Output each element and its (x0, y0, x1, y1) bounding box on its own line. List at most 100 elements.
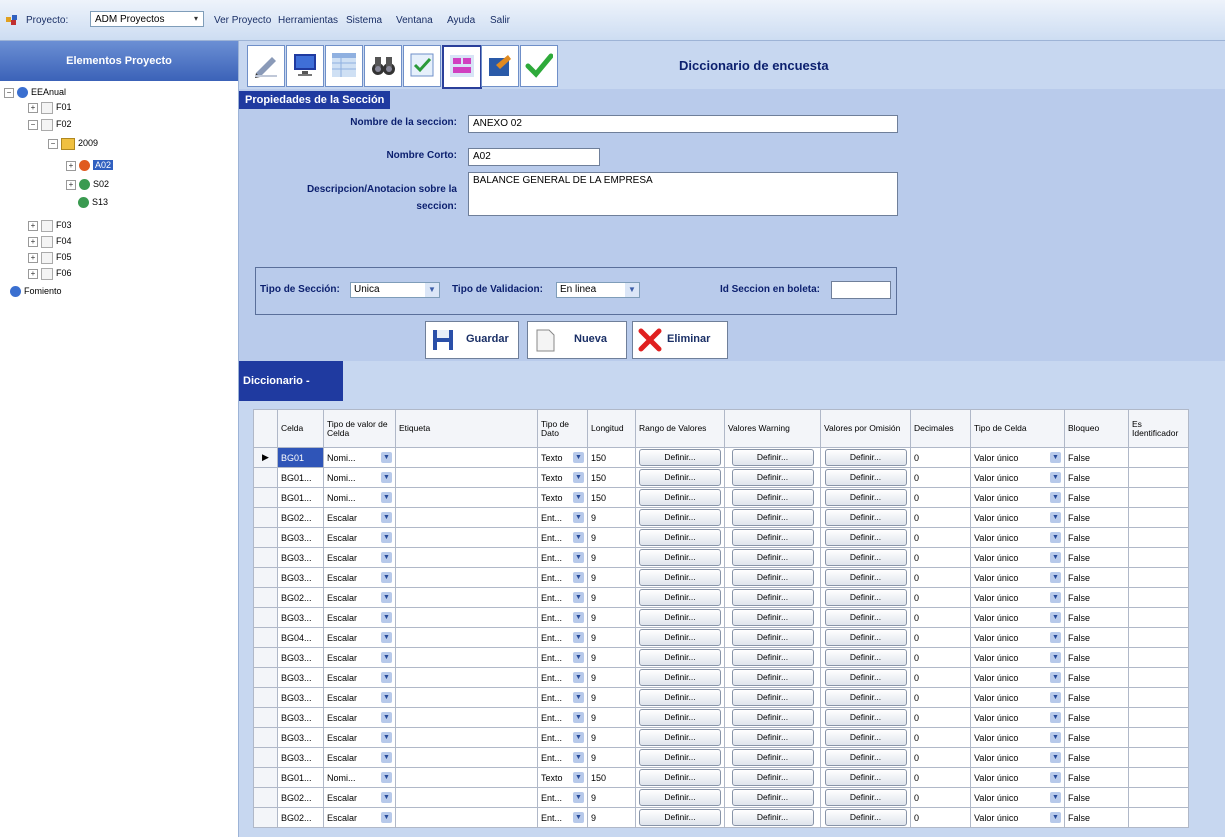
define-range-button[interactable]: Definir... (639, 509, 721, 526)
expand-icon[interactable]: + (28, 220, 38, 231)
section-type-select[interactable]: Unica ▼ (350, 282, 440, 298)
cell-bloqueo[interactable]: False (1064, 647, 1129, 668)
cell-bloqueo[interactable]: False (1064, 507, 1129, 528)
define-default-button[interactable]: Definir... (824, 509, 907, 526)
cell-tipo-celda[interactable]: Valor único ▼ (970, 587, 1065, 608)
new-button[interactable]: Nueva (527, 321, 627, 359)
cell-tipo-dato[interactable]: Ent... ▼ (537, 647, 588, 668)
col-header-warning[interactable]: Valores Warning (724, 409, 821, 448)
cell-bloqueo[interactable]: False (1064, 707, 1129, 728)
define-warning-button[interactable]: Definir... (731, 449, 814, 466)
menu-sistema[interactable]: Sistema (346, 15, 382, 26)
cell-bloqueo[interactable]: False (1064, 547, 1129, 568)
cell-identificador[interactable] (1128, 647, 1189, 668)
cell-celda[interactable]: BG02... (277, 587, 324, 608)
define-warning-button[interactable]: Definir... (731, 529, 814, 546)
cell-etiqueta[interactable] (395, 727, 538, 748)
row-selector[interactable] (253, 527, 278, 548)
chevron-down-icon[interactable]: ▼ (381, 711, 392, 723)
chevron-down-icon[interactable]: ▼ (1050, 671, 1061, 683)
row-selector[interactable] (253, 647, 278, 668)
define-range-button[interactable]: Definir... (639, 569, 721, 586)
tree-node-eeanual[interactable]: − EEAnual (4, 85, 66, 99)
define-range-button[interactable]: Definir... (639, 769, 721, 786)
chevron-down-icon[interactable]: ▼ (381, 771, 392, 783)
cell-tipo-valor[interactable]: Nomi... ▼ (323, 767, 396, 788)
define-range-button[interactable]: Definir... (639, 549, 721, 566)
cell-identificador[interactable] (1128, 687, 1189, 708)
cell-tipo-celda[interactable]: Valor único ▼ (970, 547, 1065, 568)
expand-icon[interactable]: + (66, 160, 76, 171)
cell-identificador[interactable] (1128, 707, 1189, 728)
cell-etiqueta[interactable] (395, 587, 538, 608)
cell-decimales[interactable]: 0 (910, 567, 971, 588)
tree-node-a02[interactable]: + A02 (66, 158, 114, 172)
row-selector[interactable] (253, 767, 278, 788)
cell-etiqueta[interactable] (395, 747, 538, 768)
table-row[interactable]: BG04... Escalar ▼ Ent... ▼ 9 Definir... Definir… (253, 627, 1189, 648)
cell-tipo-dato[interactable]: Ent... ▼ (537, 687, 588, 708)
col-header-tipo-dato[interactable]: Tipo de Dato (537, 409, 588, 448)
cell-identificador[interactable] (1128, 507, 1189, 528)
chevron-down-icon[interactable]: ▼ (573, 631, 584, 643)
cell-tipo-valor[interactable]: Escalar ▼ (323, 607, 396, 628)
cell-tipo-celda[interactable]: Valor único ▼ (970, 687, 1065, 708)
ballot-id-input[interactable] (831, 281, 891, 299)
cell-etiqueta[interactable] (395, 787, 538, 808)
tree-node-f04[interactable]: + F04 (28, 234, 72, 248)
cell-tipo-celda[interactable]: Valor único ▼ (970, 507, 1065, 528)
cell-decimales[interactable]: 0 (910, 807, 971, 828)
cell-decimales[interactable]: 0 (910, 507, 971, 528)
cell-celda[interactable]: BG03... (277, 547, 324, 568)
chevron-down-icon[interactable]: ▼ (573, 691, 584, 703)
chevron-down-icon[interactable]: ▼ (1050, 631, 1061, 643)
define-default-button[interactable]: Definir... (824, 489, 907, 506)
table-row[interactable]: BG02... Escalar ▼ Ent... ▼ 9 Definir... Definir… (253, 507, 1189, 528)
cell-decimales[interactable]: 0 (910, 547, 971, 568)
cell-etiqueta[interactable] (395, 627, 538, 648)
chevron-down-icon[interactable]: ▼ (573, 591, 584, 603)
tree-node-f06[interactable]: + F06 (28, 266, 72, 280)
row-selector[interactable] (253, 487, 278, 508)
define-range-button[interactable]: Definir... (639, 589, 721, 606)
define-default-button[interactable]: Definir... (824, 689, 907, 706)
define-range-button[interactable]: Definir... (639, 689, 721, 706)
row-selector[interactable] (253, 607, 278, 628)
validation-type-select[interactable]: En linea ▼ (556, 282, 640, 298)
row-selector[interactable] (253, 687, 278, 708)
chevron-down-icon[interactable]: ▼ (381, 511, 392, 523)
cell-identificador[interactable] (1128, 487, 1189, 508)
cell-longitud[interactable]: 9 (587, 627, 636, 648)
define-default-button[interactable]: Definir... (824, 469, 907, 486)
row-selector[interactable] (253, 787, 278, 808)
collapse-icon[interactable]: − (4, 87, 14, 98)
define-warning-button[interactable]: Definir... (731, 609, 814, 626)
cell-tipo-dato[interactable]: Ent... ▼ (537, 787, 588, 808)
cell-longitud[interactable]: 9 (587, 587, 636, 608)
col-header-identificador[interactable]: Es Identificador (1128, 409, 1189, 448)
chevron-down-icon[interactable]: ▼ (1050, 751, 1061, 763)
cell-longitud[interactable]: 9 (587, 647, 636, 668)
cell-longitud[interactable]: 9 (587, 547, 636, 568)
cell-etiqueta[interactable] (395, 547, 538, 568)
menu-ayuda[interactable]: Ayuda (447, 15, 475, 26)
cell-tipo-dato[interactable]: Texto ▼ (537, 487, 588, 508)
tree-node-s13[interactable]: S13 (78, 195, 108, 209)
chevron-down-icon[interactable]: ▼ (1050, 451, 1061, 463)
cell-tipo-valor[interactable]: Escalar ▼ (323, 587, 396, 608)
define-range-button[interactable]: Definir... (639, 709, 721, 726)
define-default-button[interactable]: Definir... (824, 669, 907, 686)
define-warning-button[interactable]: Definir... (731, 629, 814, 646)
table-row[interactable]: BG02... Escalar ▼ Ent... ▼ 9 Definir... Definir… (253, 587, 1189, 608)
define-default-button[interactable]: Definir... (824, 569, 907, 586)
cell-bloqueo[interactable]: False (1064, 527, 1129, 548)
export-tool-button[interactable] (481, 45, 519, 87)
define-default-button[interactable]: Definir... (824, 749, 907, 766)
chevron-down-icon[interactable]: ▼ (573, 811, 584, 823)
row-selector[interactable] (253, 587, 278, 608)
cell-decimales[interactable]: 0 (910, 487, 971, 508)
define-range-button[interactable]: Definir... (639, 469, 721, 486)
cell-celda[interactable]: BG02... (277, 507, 324, 528)
define-range-button[interactable]: Definir... (639, 669, 721, 686)
table-row[interactable]: BG03... Escalar ▼ Ent... ▼ 9 Definir... Definir… (253, 687, 1189, 708)
